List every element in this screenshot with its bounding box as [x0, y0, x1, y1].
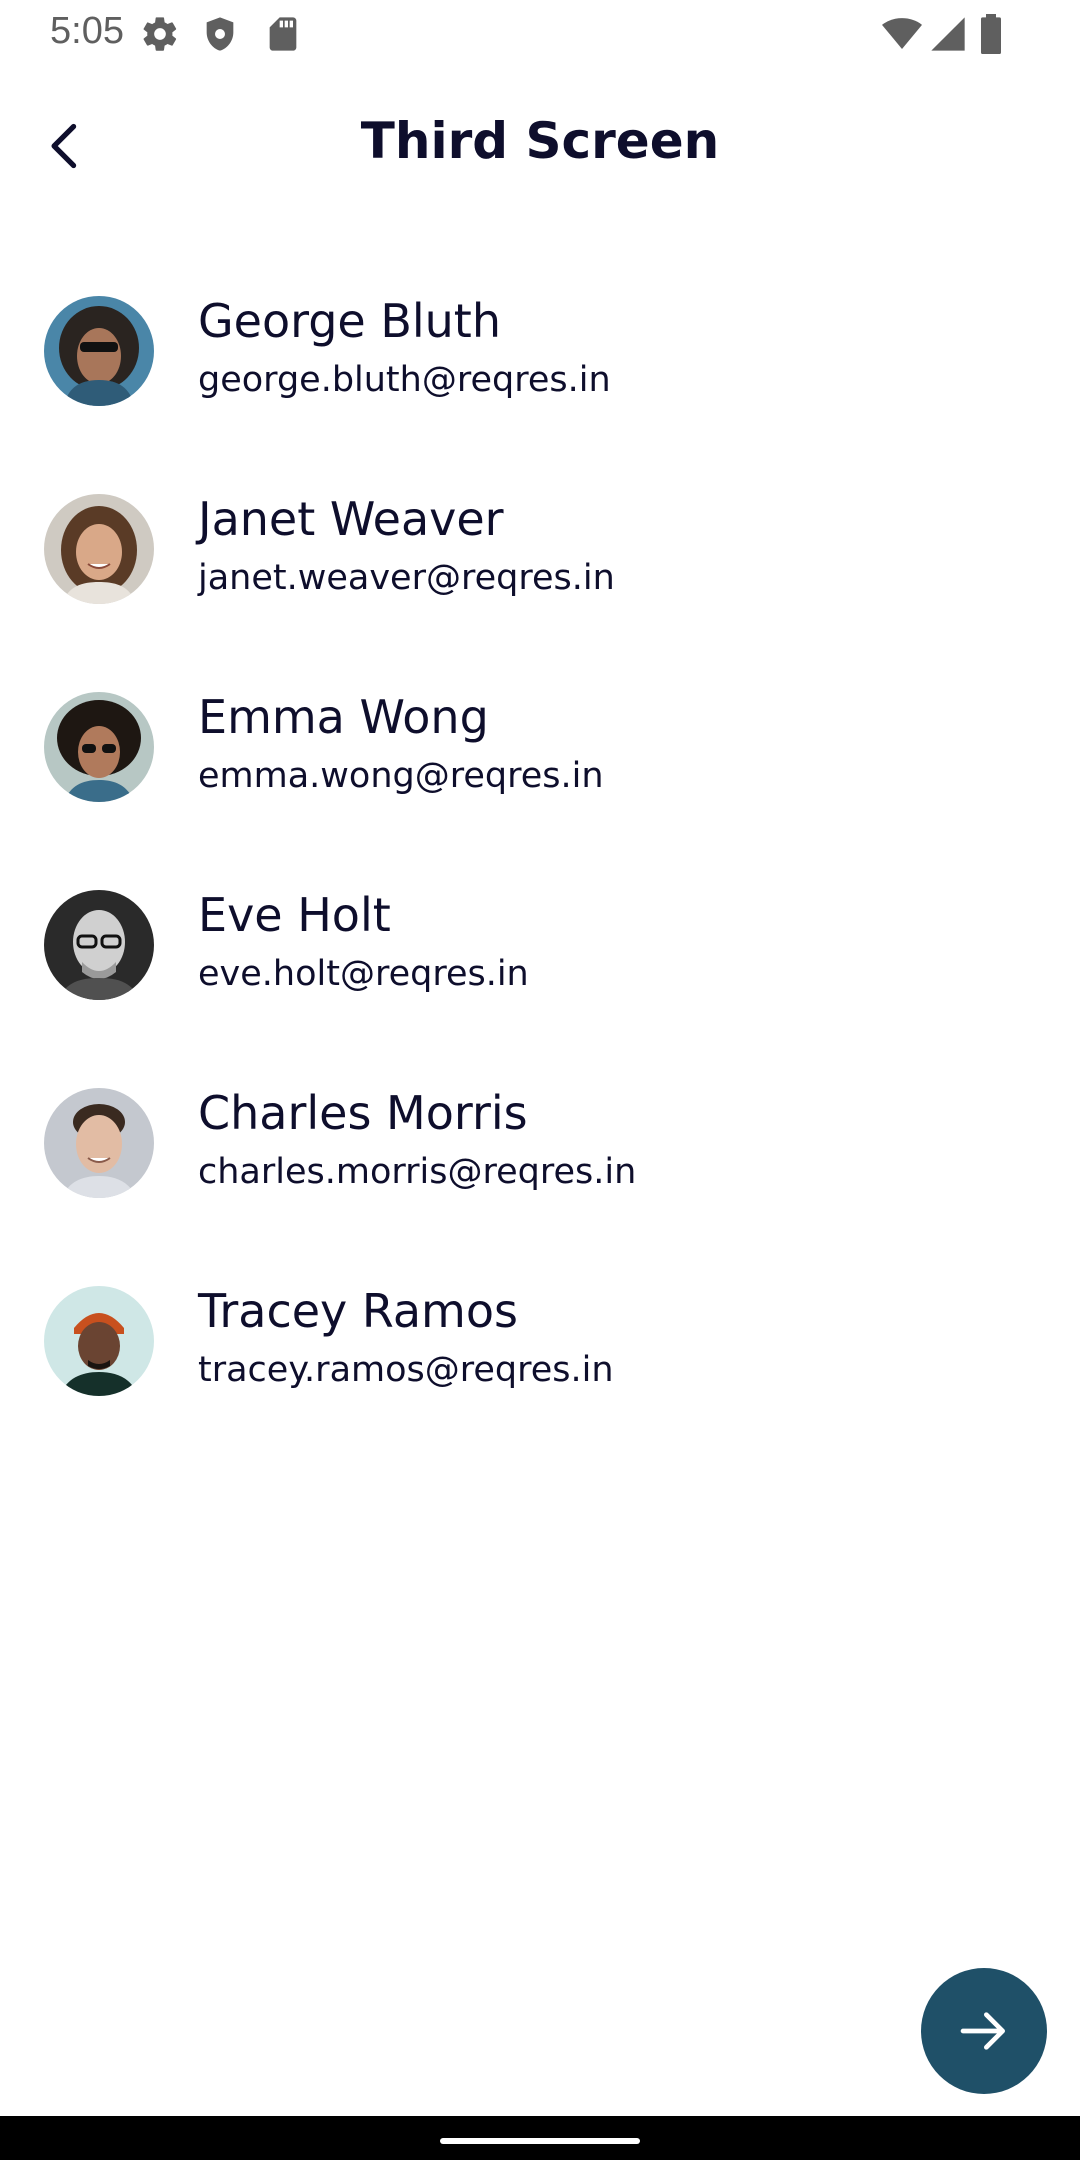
user-email: george.bluth@reqres.in — [198, 360, 611, 400]
avatar — [44, 692, 154, 802]
user-email: emma.wong@reqres.in — [198, 756, 604, 796]
avatar — [44, 890, 154, 1000]
avatar — [44, 494, 154, 604]
avatar — [44, 296, 154, 406]
sd-card-icon — [263, 14, 303, 54]
user-name: Tracey Ramos — [198, 1284, 518, 1338]
user-name: Eve Holt — [198, 888, 391, 942]
cellular-signal-icon — [928, 14, 968, 54]
user-list: George Bluth george.bluth@reqres.in Jane… — [0, 272, 1080, 1460]
next-button[interactable] — [921, 1968, 1047, 2094]
wifi-icon — [880, 14, 924, 54]
status-time: 5:05 — [50, 10, 124, 52]
user-email: janet.weaver@reqres.in — [198, 558, 615, 598]
arrow-right-icon — [960, 2012, 1005, 2050]
list-item[interactable]: Tracey Ramos tracey.ramos@reqres.in — [0, 1262, 1080, 1460]
gear-icon — [140, 14, 180, 54]
list-item[interactable]: Emma Wong emma.wong@reqres.in — [0, 668, 1080, 866]
user-name: Janet Weaver — [198, 492, 504, 546]
battery-icon — [978, 14, 1004, 54]
list-item[interactable]: Janet Weaver janet.weaver@reqres.in — [0, 470, 1080, 668]
user-name: George Bluth — [198, 294, 501, 348]
list-item[interactable]: George Bluth george.bluth@reqres.in — [0, 272, 1080, 470]
navigation-bar — [0, 2116, 1080, 2160]
avatar — [44, 1286, 154, 1396]
status-bar: 5:05 — [0, 0, 1080, 66]
app-bar: Third Screen — [0, 90, 1080, 200]
avatar — [44, 1088, 154, 1198]
list-item[interactable]: Charles Morris charles.morris@reqres.in — [0, 1064, 1080, 1262]
user-email: tracey.ramos@reqres.in — [198, 1350, 614, 1390]
user-name: Charles Morris — [198, 1086, 528, 1140]
user-email: eve.holt@reqres.in — [198, 954, 529, 994]
user-email: charles.morris@reqres.in — [198, 1152, 637, 1192]
list-item[interactable]: Eve Holt eve.holt@reqres.in — [0, 866, 1080, 1064]
user-name: Emma Wong — [198, 690, 489, 744]
page-title: Third Screen — [360, 112, 720, 170]
home-indicator[interactable] — [440, 2138, 640, 2144]
shield-icon — [200, 14, 240, 54]
